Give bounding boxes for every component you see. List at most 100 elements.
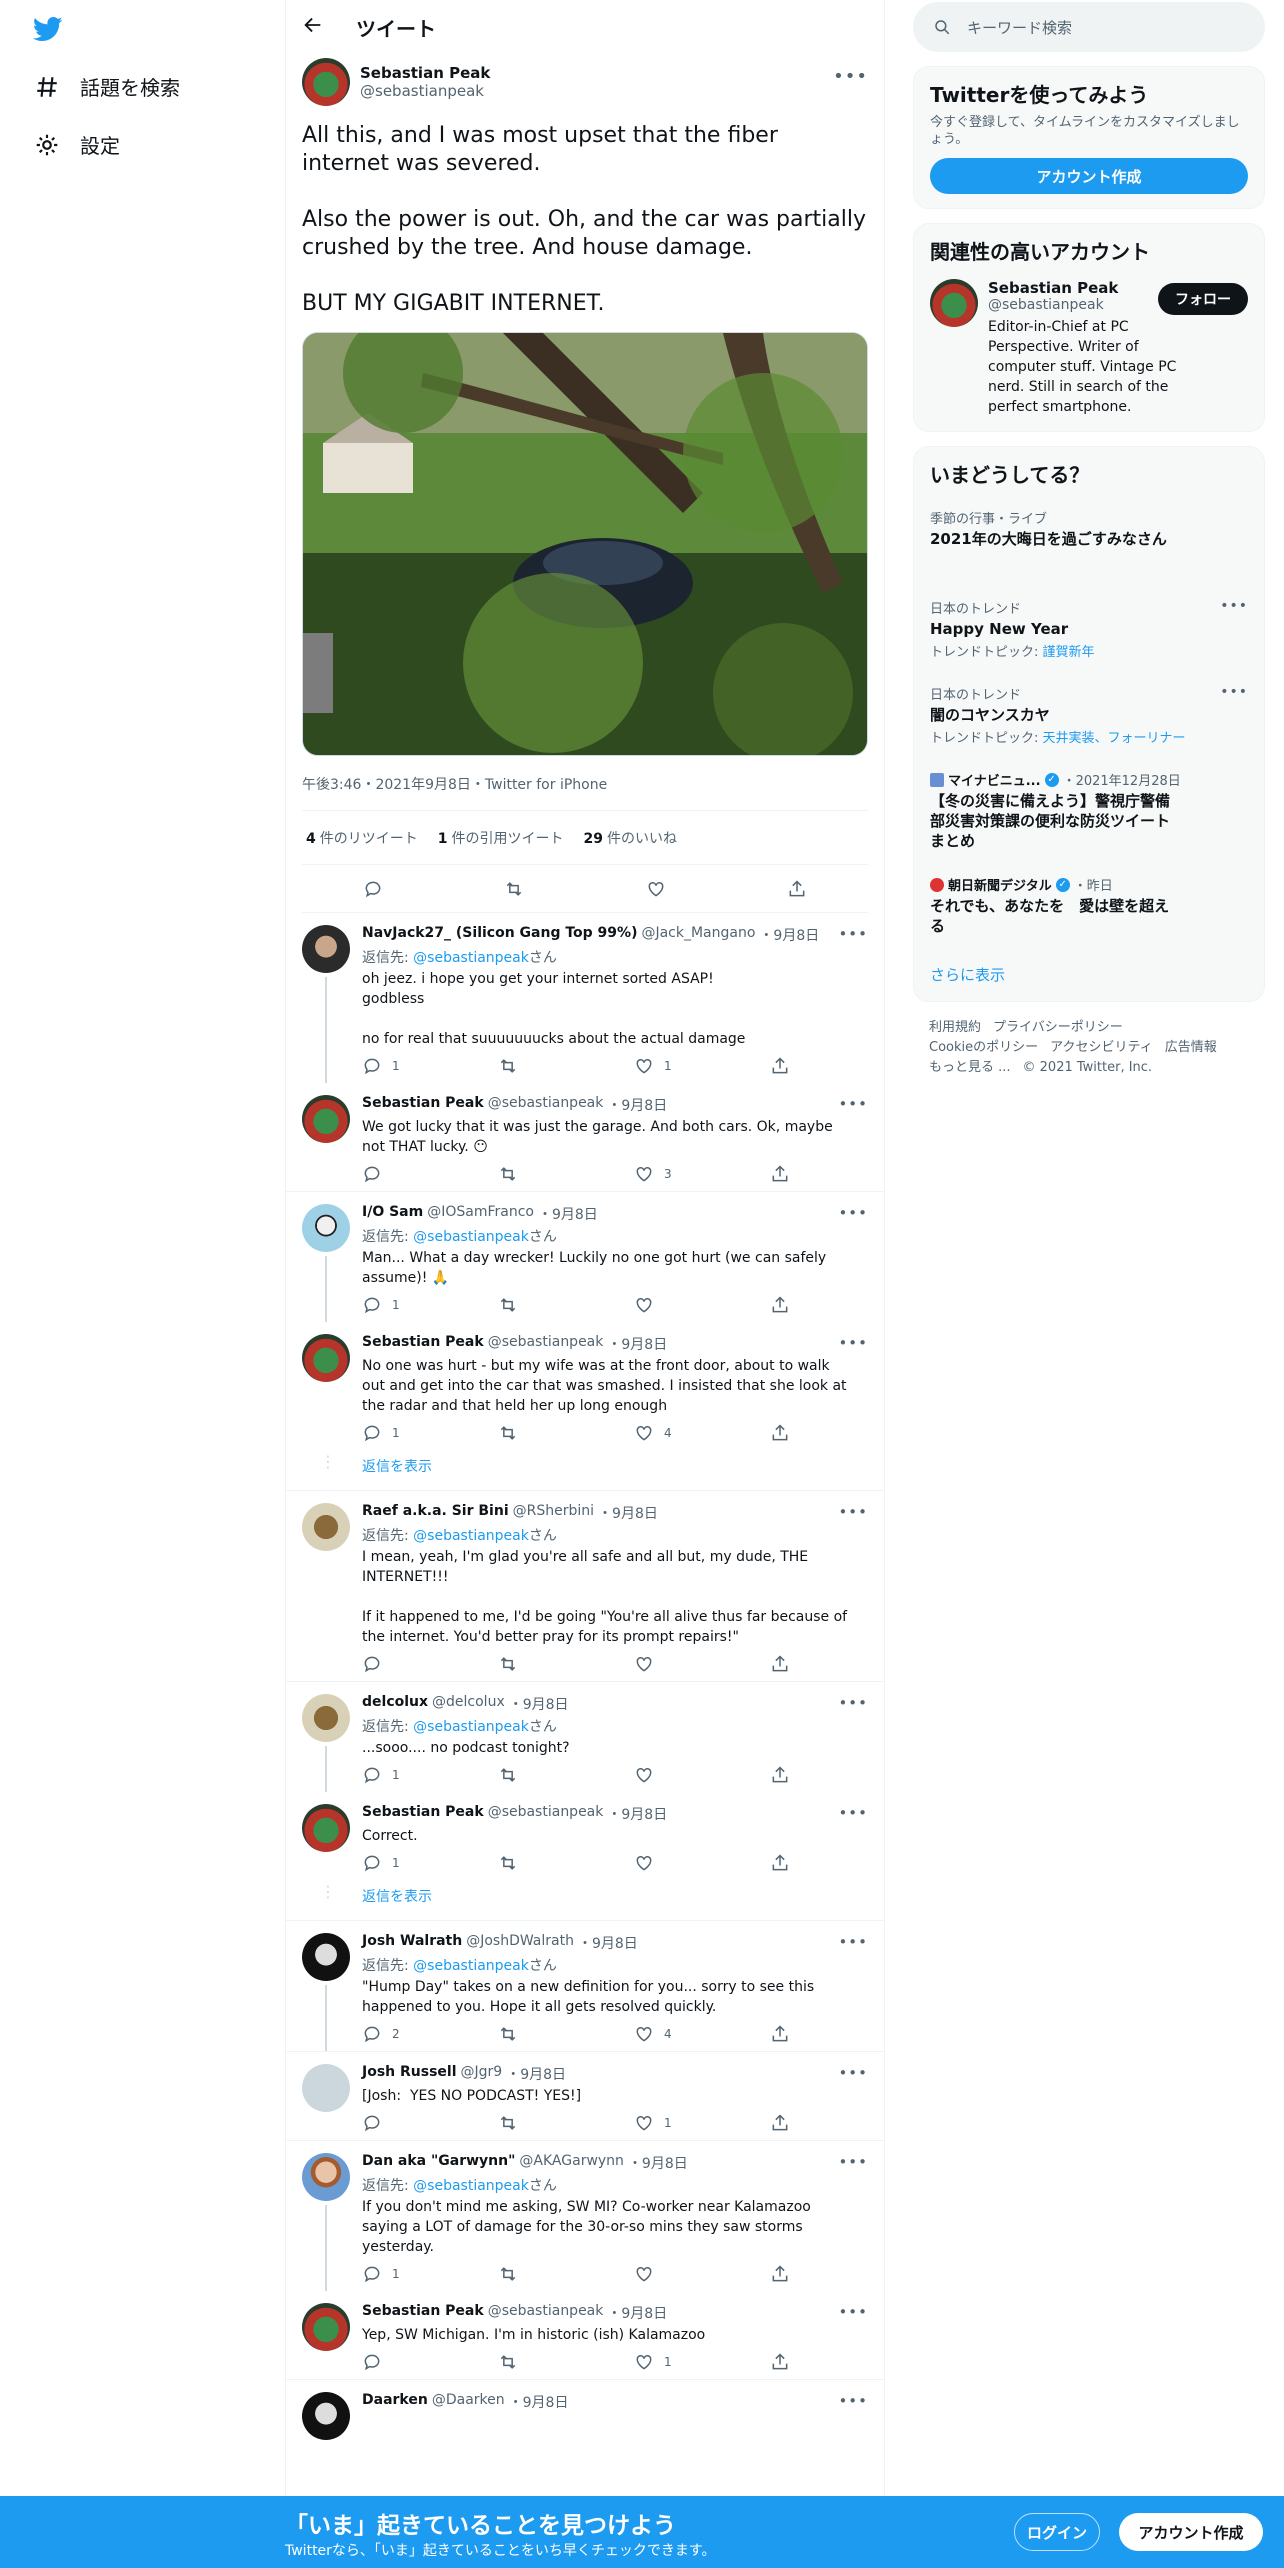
related-account[interactable]: Sebastian Peak @sebastianpeak Editor-in-… — [914, 265, 1264, 431]
more-options-icon[interactable]: ••• — [838, 2064, 868, 2082]
reply-tweet[interactable]: Sebastian Peak @sebastianpeak ・9月8日 ••• We… — [286, 1083, 884, 1191]
retweet-button[interactable] — [498, 1295, 634, 1315]
author-handle[interactable]: @sebastianpeak — [360, 82, 490, 100]
share-button[interactable] — [770, 1765, 790, 1785]
reply-to-link[interactable]: @sebastianpeak — [413, 1528, 529, 1544]
like-button[interactable]: 1 — [634, 2113, 770, 2133]
reply-button[interactable] — [362, 1164, 498, 1184]
avatar[interactable] — [302, 2153, 350, 2201]
reply-author-handle[interactable]: @Jgr9 — [461, 2064, 503, 2084]
reply-button[interactable]: 1 — [362, 1056, 498, 1076]
reply-button[interactable]: 2 — [362, 2024, 498, 2044]
reply-to-link[interactable]: @sebastianpeak — [413, 1719, 529, 1735]
like-button[interactable] — [634, 1853, 770, 1873]
avatar[interactable] — [302, 1334, 350, 1382]
avatar[interactable] — [302, 1694, 350, 1742]
reply-author-handle[interactable]: @Jack_Mangano — [641, 925, 755, 945]
more-options-icon[interactable]: ••• — [838, 2392, 868, 2410]
nav-explore[interactable]: 話題を検索 — [34, 72, 180, 101]
reply-author-name[interactable]: Raef a.k.a. Sir Bini — [362, 1503, 509, 1523]
reply-date[interactable]: ・9月8日 — [506, 2064, 566, 2084]
reply-date[interactable]: ・9月8日 — [607, 1334, 667, 1354]
reply-author-handle[interactable]: @IOSamFranco — [427, 1204, 534, 1224]
follow-button[interactable]: フォロー — [1158, 283, 1248, 315]
reply-to-link[interactable]: @sebastianpeak — [413, 950, 529, 966]
reply-date[interactable]: ・9月8日 — [607, 1804, 667, 1824]
reply-author-handle[interactable]: @AKAGarwynn — [519, 2153, 624, 2173]
avatar[interactable] — [302, 1804, 350, 1852]
back-arrow-icon[interactable] — [302, 14, 324, 40]
reply-author-name[interactable]: Sebastian Peak — [362, 2303, 484, 2323]
reply-author-name[interactable]: I/O Sam — [362, 1204, 423, 1224]
reply-date[interactable]: ・9月8日 — [607, 2303, 667, 2323]
retweet-button[interactable] — [498, 1423, 634, 1443]
like-button[interactable]: 4 — [634, 1423, 770, 1443]
avatar[interactable] — [302, 2303, 350, 2351]
login-button[interactable]: ログイン — [1014, 2513, 1100, 2551]
retweet-button[interactable] — [498, 1765, 634, 1785]
more-options-icon[interactable]: ••• — [833, 66, 868, 87]
reply-tweet[interactable]: Josh Russell @Jgr9 ・9月8日 ••• [Josh: YES NO… — [286, 2052, 884, 2140]
avatar[interactable] — [302, 58, 350, 106]
nav-settings[interactable]: 設定 — [34, 130, 120, 159]
footer-link[interactable]: Cookieのポリシー — [929, 1040, 1038, 1055]
reply-author-handle[interactable]: @RSherbini — [513, 1503, 594, 1523]
more-options-icon[interactable]: ••• — [838, 1095, 868, 1113]
share-button[interactable] — [770, 1654, 790, 1674]
retweet-button[interactable] — [498, 1164, 634, 1184]
like-button[interactable] — [634, 2264, 770, 2284]
reply-author-name[interactable]: Daarken — [362, 2392, 428, 2412]
trend-item[interactable]: 日本のトレンド Happy New Year トレンドトピック: 謹賀新年 ••… — [914, 586, 1264, 672]
like-icon[interactable] — [646, 879, 666, 899]
like-button[interactable] — [634, 1295, 770, 1315]
reply-tweet[interactable]: Sebastian Peak @sebastianpeak ・9月8日 ••• No… — [286, 1322, 884, 1450]
share-button[interactable] — [770, 1853, 790, 1873]
reply-author-name[interactable]: Josh Russell — [362, 2064, 457, 2084]
more-options-icon[interactable]: ••• — [838, 1933, 868, 1951]
reply-button[interactable]: 1 — [362, 2264, 498, 2284]
share-button[interactable] — [770, 2024, 790, 2044]
footer-link[interactable]: もっと見る ... — [929, 1060, 1011, 1075]
retweet-button[interactable] — [498, 1853, 634, 1873]
show-more-link[interactable]: さらに表示 — [914, 948, 1264, 1001]
share-button[interactable] — [770, 2352, 790, 2372]
reply-author-handle[interactable]: @sebastianpeak — [488, 1095, 604, 1115]
share-button[interactable] — [770, 1295, 790, 1315]
retweet-icon[interactable] — [504, 879, 524, 899]
reply-tweet[interactable]: I/O Sam @IOSamFranco ・9月8日 ••• 返信先: @sebas… — [286, 1192, 884, 1322]
trend-topic-link[interactable]: 天井実装、フォーリナー — [1043, 731, 1186, 746]
author-name[interactable]: Sebastian Peak — [360, 64, 490, 82]
reply-author-handle[interactable]: @sebastianpeak — [488, 1334, 604, 1354]
retweet-button[interactable] — [498, 1056, 634, 1076]
retweet-button[interactable] — [498, 2024, 634, 2044]
footer-link[interactable]: アクセシビリティ — [1050, 1040, 1153, 1055]
tweet-photo[interactable] — [302, 332, 868, 756]
reply-date[interactable]: ・9月8日 — [628, 2153, 688, 2173]
show-replies-link[interactable]: 返信を表示 — [286, 1450, 884, 1490]
reply-author-name[interactable]: Sebastian Peak — [362, 1095, 484, 1115]
quote-count[interactable]: 1 件の引用ツイート — [438, 828, 564, 848]
reply-date[interactable]: ・9月8日 — [578, 1933, 638, 1953]
reply-author-name[interactable]: NavJack27_ (Silicon Gang Top 99%) — [362, 925, 637, 945]
avatar[interactable] — [302, 2064, 350, 2112]
more-options-icon[interactable]: ••• — [838, 925, 868, 943]
more-options-icon[interactable]: ••• — [1220, 598, 1248, 614]
reply-author-handle[interactable]: @delcolux — [432, 1694, 505, 1714]
reply-to-link[interactable]: @sebastianpeak — [413, 1958, 529, 1974]
reply-author-name[interactable]: Sebastian Peak — [362, 1334, 484, 1354]
reply-author-name[interactable]: Josh Walrath — [362, 1933, 462, 1953]
more-options-icon[interactable]: ••• — [838, 1204, 868, 1222]
retweet-button[interactable] — [498, 2352, 634, 2372]
like-button[interactable]: 3 — [634, 1164, 770, 1184]
show-replies-link[interactable]: 返信を表示 — [286, 1880, 884, 1920]
like-count[interactable]: 29 件のいいね — [584, 828, 677, 848]
trend-item[interactable]: 季節の行事・ライブ 2021年の大晦日を過ごすみなさん — [914, 496, 1264, 586]
reply-date[interactable]: ・9月8日 — [607, 1095, 667, 1115]
reply-author-handle[interactable]: @sebastianpeak — [488, 1804, 604, 1824]
reply-date[interactable]: ・9月8日 — [509, 2392, 569, 2412]
reply-author-handle[interactable]: @JoshDWalrath — [466, 1933, 574, 1953]
like-button[interactable]: 1 — [634, 1056, 770, 1076]
avatar[interactable] — [302, 2392, 350, 2440]
reply-button[interactable] — [362, 2113, 498, 2133]
reply-tweet[interactable]: delcolux @delcolux ・9月8日 ••• 返信先: @sebasti… — [286, 1682, 884, 1792]
